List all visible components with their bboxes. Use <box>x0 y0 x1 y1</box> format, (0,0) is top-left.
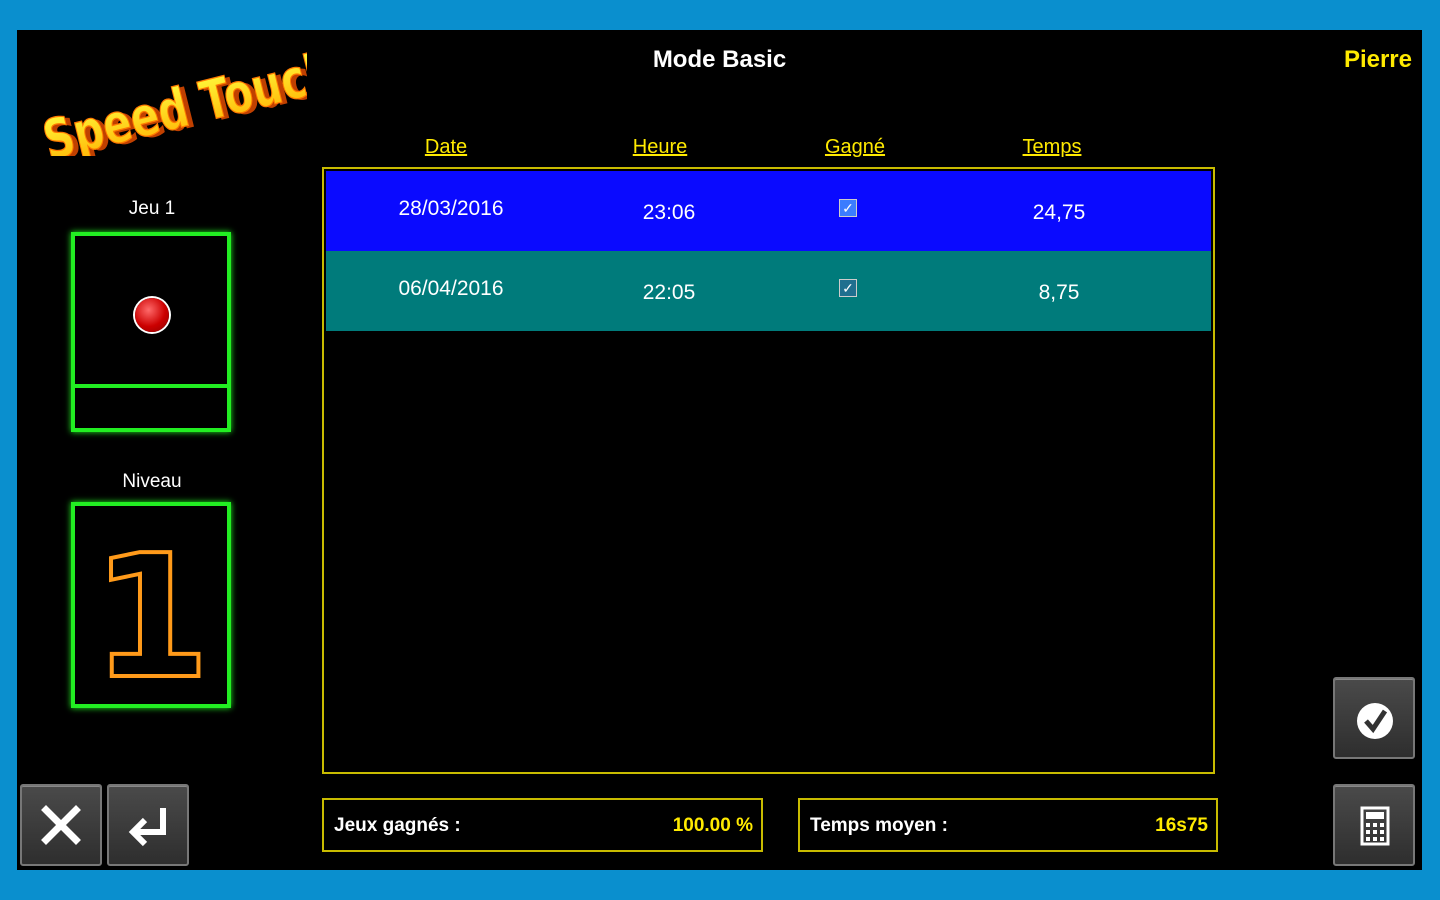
row-temps: 24,75 <box>1032 201 1086 224</box>
average-time-label: Temps moyen : <box>810 815 948 836</box>
column-header-gagne[interactable]: Gagné <box>775 136 935 159</box>
close-button[interactable] <box>20 784 102 866</box>
games-won-label: Jeux gagnés : <box>334 815 461 836</box>
player-name: Pierre <box>1343 46 1412 73</box>
won-checkbox[interactable]: ✓ <box>839 279 857 297</box>
level-number: 1 <box>90 517 212 704</box>
row-heure: 23:06 <box>642 201 696 224</box>
checkmark-icon <box>1357 703 1393 739</box>
column-header-heure[interactable]: Heure <box>580 136 740 159</box>
level-value: 1 <box>92 519 210 704</box>
table-row[interactable]: 06/04/2016 22:05 ✓ 8,75 <box>326 251 1211 331</box>
return-icon <box>128 808 166 847</box>
row-date: 28/03/2016 <box>398 197 504 220</box>
calculator-button[interactable] <box>1333 784 1415 866</box>
games-won-box: Jeux gagnés : 100.00 % <box>322 798 763 852</box>
row-heure: 22:05 <box>642 281 696 304</box>
column-header-date[interactable]: Date <box>366 136 526 159</box>
results-table: 28/03/2016 23:06 ✓ 24,75 06/04/2016 22:0… <box>322 167 1215 774</box>
validate-button[interactable] <box>1333 677 1415 759</box>
back-button[interactable] <box>107 784 189 866</box>
game-preview-box[interactable] <box>71 232 231 432</box>
average-time-value: 16s75 <box>1155 815 1208 836</box>
level-box[interactable]: 1 <box>71 502 231 708</box>
calculator-icon <box>1360 806 1390 846</box>
game-screen: Speed Touch Game Speed Touch Game Mode B… <box>17 30 1422 870</box>
row-date: 06/04/2016 <box>398 277 504 300</box>
won-checkbox[interactable]: ✓ <box>839 199 857 217</box>
mode-title: Mode Basic <box>652 46 787 73</box>
games-won-value: 100.00 % <box>672 815 753 836</box>
column-header-temps[interactable]: Temps <box>972 136 1132 159</box>
game-label: Jeu 1 <box>128 198 176 219</box>
red-target-dot <box>135 298 169 332</box>
level-label: Niveau <box>122 471 182 492</box>
row-temps: 8,75 <box>1038 281 1080 304</box>
game-box-divider <box>75 384 227 388</box>
table-row[interactable]: 28/03/2016 23:06 ✓ 24,75 <box>326 171 1211 251</box>
average-time-box: Temps moyen : 16s75 <box>798 798 1218 852</box>
close-icon <box>41 805 81 845</box>
